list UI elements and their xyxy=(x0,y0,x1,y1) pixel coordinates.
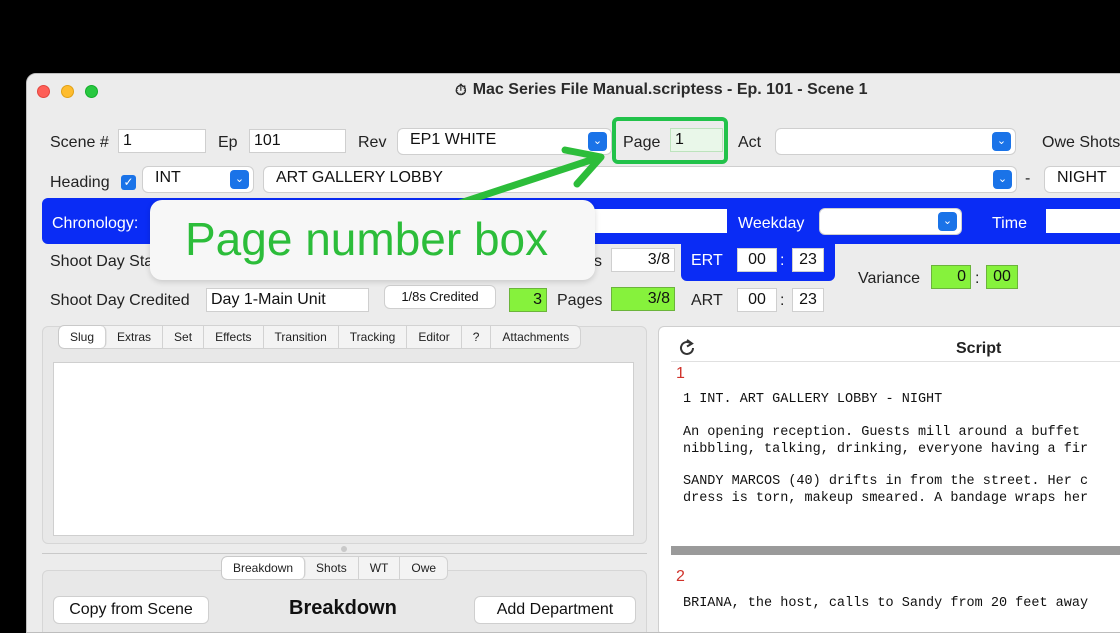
int-ext-popup[interactable]: INT ⌄ xyxy=(143,167,253,192)
variance-colon: : xyxy=(975,270,980,287)
page-number-highlight xyxy=(612,117,728,164)
stopwatch-icon: ⏱ xyxy=(455,81,467,99)
ert-minutes-field[interactable]: 00 xyxy=(737,248,777,272)
art-seconds-field[interactable]: 23 xyxy=(792,288,824,312)
scene-divider xyxy=(671,546,1120,555)
time-label: Time xyxy=(992,215,1027,232)
breakdown-title: Breakdown xyxy=(289,597,397,619)
time-of-day-popup[interactable]: NIGHT xyxy=(1045,167,1120,192)
tab-effects[interactable]: Effects xyxy=(204,326,264,348)
tab-help[interactable]: ? xyxy=(462,326,492,348)
ert-seconds-field[interactable]: 23 xyxy=(792,248,824,272)
zoom-window-button[interactable] xyxy=(85,85,98,98)
chevron-down-icon: ⌄ xyxy=(938,212,957,231)
script-panel: Script 1 1 INT. ART GALLERY LOBBY - NIGH… xyxy=(658,326,1120,632)
split-divider[interactable] xyxy=(42,553,647,554)
heading-checkbox[interactable]: ✓ xyxy=(121,175,136,190)
time-field[interactable] xyxy=(1046,209,1120,233)
weekday-label: Weekday xyxy=(738,215,805,232)
owe-shots-label: Owe Shots xyxy=(1042,134,1120,151)
variance-label: Variance xyxy=(858,270,920,287)
chronology-label: Chronology: xyxy=(52,215,139,232)
ert-label: ERT xyxy=(691,252,723,269)
pages-field[interactable]: 3/8 xyxy=(611,248,675,272)
variance-seconds-field[interactable]: 00 xyxy=(986,265,1018,289)
shoot-day-credited-label: Shoot Day Credited xyxy=(50,292,190,309)
scene-number-label: Scene # xyxy=(50,134,109,151)
script-title: Script xyxy=(956,340,1002,357)
heading-dash: - xyxy=(1025,170,1031,187)
art-colon: : xyxy=(780,292,785,309)
action-line: SANDY MARCOS (40) drifts in from the str… xyxy=(683,474,1089,489)
window-title: ⏱ Mac Series File Manual.scriptess - Ep.… xyxy=(455,81,868,99)
split-handle[interactable] xyxy=(341,546,347,552)
scene-heading-line: 1 INT. ART GALLERY LOBBY - NIGHT xyxy=(683,392,943,407)
slug-text-area[interactable] xyxy=(53,362,634,536)
eighths-credited-field[interactable]: 3 xyxy=(509,288,547,312)
location-popup[interactable]: ART GALLERY LOBBY ⌄ xyxy=(264,167,1016,192)
minimize-window-button[interactable] xyxy=(61,85,74,98)
tab-set[interactable]: Set xyxy=(163,326,205,348)
shoot-day-status-label: Shoot Day Sta xyxy=(50,253,154,270)
add-department-button[interactable]: Add Department xyxy=(475,597,635,623)
close-window-button[interactable] xyxy=(37,85,50,98)
tab-owe[interactable]: Owe xyxy=(400,557,447,579)
chevron-down-icon: ⌄ xyxy=(992,132,1011,151)
scene-number-marker: 1 xyxy=(676,365,685,382)
annotation-text: Page number box xyxy=(185,213,549,265)
slug-tab-bar: Slug Extras Set Effects Transition Track… xyxy=(58,325,582,349)
art-label: ART xyxy=(691,292,723,309)
action-line: An opening reception. Guests mill around… xyxy=(683,425,1080,440)
chevron-down-icon: ⌄ xyxy=(993,170,1012,189)
revision-label: Rev xyxy=(358,134,387,151)
tab-extras[interactable]: Extras xyxy=(106,326,164,348)
art-minutes-field[interactable]: 00 xyxy=(737,288,777,312)
pages-credited-field[interactable]: 3/8 xyxy=(611,287,675,311)
tab-breakdown[interactable]: Breakdown xyxy=(222,557,306,579)
episode-label: Ep xyxy=(218,134,238,151)
scene-number-field[interactable]: 1 xyxy=(118,129,206,153)
refresh-icon[interactable] xyxy=(676,337,698,359)
tab-attachments[interactable]: Attachments xyxy=(491,326,580,348)
action-line: BRIANA, the host, calls to Sandy from 20… xyxy=(683,596,1089,611)
scene-number-marker: 2 xyxy=(676,568,685,585)
tab-wt[interactable]: WT xyxy=(359,557,401,579)
action-line: dress is torn, makeup smeared. A bandage… xyxy=(683,491,1089,506)
tab-shots[interactable]: Shots xyxy=(305,557,359,579)
title-bar[interactable]: ⏱ Mac Series File Manual.scriptess - Ep.… xyxy=(27,74,1120,108)
tab-transition[interactable]: Transition xyxy=(264,326,339,348)
tab-tracking[interactable]: Tracking xyxy=(339,326,408,348)
variance-minutes-field[interactable]: 0 xyxy=(931,265,971,289)
breakdown-tab-bar: Breakdown Shots WT Owe xyxy=(221,556,449,580)
weekday-popup[interactable]: ⌄ xyxy=(820,209,961,234)
act-popup[interactable]: ⌄ xyxy=(776,129,1015,154)
shoot-day-credited-field[interactable]: Day 1-Main Unit xyxy=(206,288,369,312)
episode-field[interactable]: 101 xyxy=(249,129,346,153)
ert-colon: : xyxy=(780,252,785,269)
pages-credited-label: Pages xyxy=(557,292,603,309)
heading-label: Heading xyxy=(50,174,110,191)
tab-editor[interactable]: Editor xyxy=(407,326,462,348)
eighths-credited-button[interactable]: 1/8s Credited xyxy=(385,286,495,308)
act-label: Act xyxy=(738,134,762,151)
chevron-down-icon: ⌄ xyxy=(230,170,249,189)
pages-label: s xyxy=(594,253,602,270)
action-line: nibbling, talking, drinking, everyone ha… xyxy=(683,442,1089,457)
copy-from-scene-button[interactable]: Copy from Scene xyxy=(54,597,208,623)
tab-slug[interactable]: Slug xyxy=(59,326,107,348)
